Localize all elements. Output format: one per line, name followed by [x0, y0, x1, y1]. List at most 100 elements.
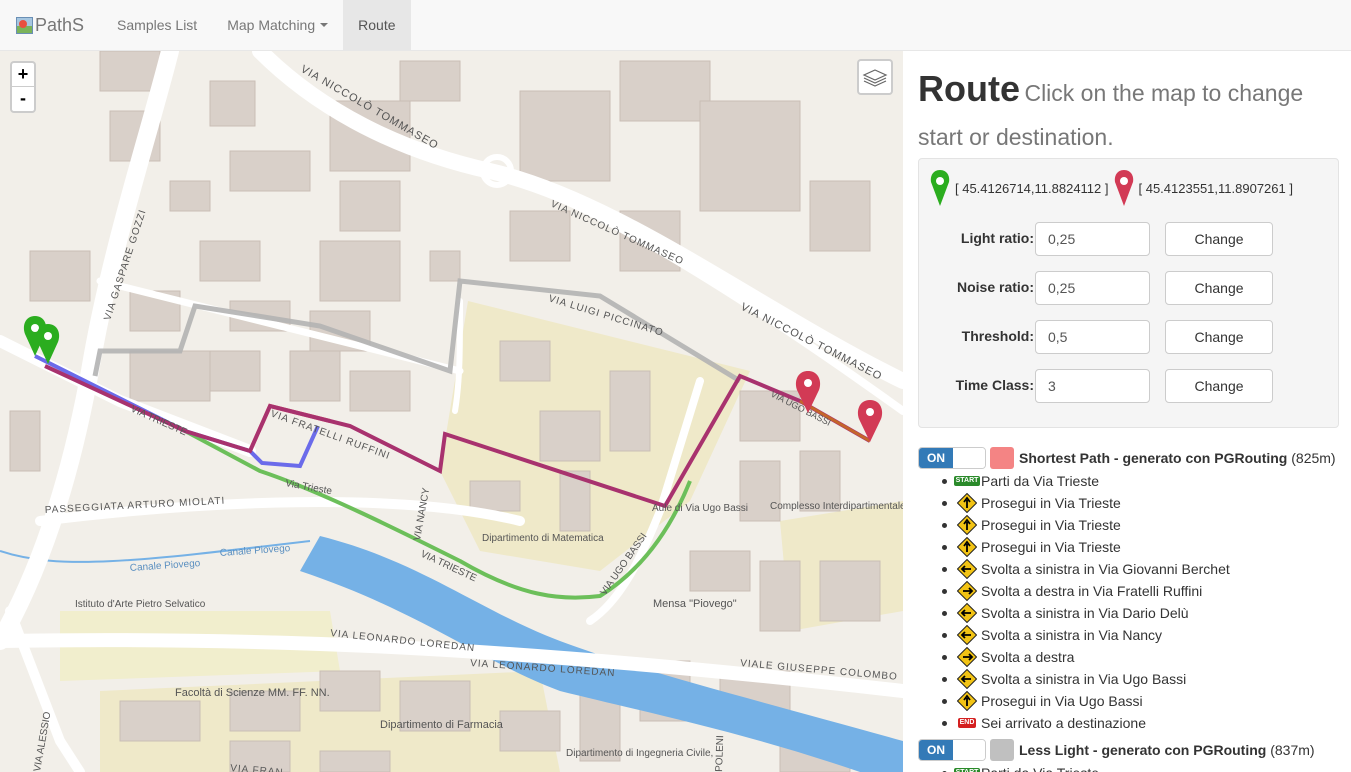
light-ratio-label: Light ratio: — [960, 230, 1034, 246]
map[interactable]: VIA NICCOLÒ TOMMASEO VIA NICCOLÒ TOMMASE… — [0, 51, 903, 772]
param-threshold: Threshold: Change — [919, 320, 1339, 354]
label-dip-matematica: Dipartimento di Matematica — [482, 533, 604, 544]
route-step: Svolta a destra in Via Fratelli Ruffini — [942, 580, 1348, 602]
label-mensa: Mensa "Piovego" — [653, 598, 737, 610]
route-toggle-shortest[interactable]: ON — [918, 447, 986, 469]
right-icon — [956, 581, 978, 601]
route-step: Prosegui in Via Trieste — [942, 536, 1348, 558]
zoom-control: + - — [10, 61, 36, 113]
route-step: Prosegui in Via Ugo Bassi — [942, 690, 1348, 712]
threshold-label: Threshold: — [961, 328, 1034, 344]
toggle-on-label: ON — [919, 740, 953, 760]
nav-route-label: Route — [358, 17, 396, 33]
route-length: (825m) — [1291, 450, 1336, 466]
left-icon — [956, 559, 978, 579]
label-via-niccolo-tommaseo-3: VIA NICCOLÒ TOMMASEO — [739, 300, 885, 383]
navbar: PathS Samples List Map Matching Route — [0, 0, 1351, 51]
route-steps: STARTParti da Via Trieste — [942, 762, 1348, 772]
left-icon — [956, 669, 978, 689]
label-via-trieste-small: Via Trieste — [284, 478, 333, 497]
left-icon — [956, 603, 978, 623]
route-section-less-light: ON Less Light - generato con PGRouting (… — [918, 738, 1348, 772]
route-step-text: Parti da Via Trieste — [981, 473, 1100, 489]
start-coordinates: [ 45.4126714,11.8824112 ] — [955, 180, 1109, 196]
route-step-text: Prosegui in Via Trieste — [981, 495, 1121, 511]
label-istituto: Istituto d'Arte Pietro Selvatico — [75, 599, 206, 610]
label-dip-farmacia: Dipartimento di Farmacia — [380, 719, 504, 731]
end-icon: END — [957, 718, 977, 728]
end-marker-icon[interactable] — [795, 371, 883, 442]
noise-ratio-change-button[interactable]: Change — [1165, 271, 1273, 305]
route-header-less-light: ON Less Light - generato con PGRouting (… — [918, 738, 1348, 762]
label-poleni: POLENI — [714, 735, 726, 772]
left-icon — [956, 625, 978, 645]
label-via-nancy: VIA NANCY — [412, 487, 432, 542]
layers-button[interactable] — [857, 59, 893, 95]
param-light-ratio: Light ratio: Change — [919, 222, 1339, 256]
nav-samples-list[interactable]: Samples List — [102, 0, 212, 50]
brand-logo-icon — [16, 16, 33, 34]
route-step-text: Svolta a sinistra in Via Ugo Bassi — [981, 671, 1187, 687]
route-step: Prosegui in Via Trieste — [942, 514, 1348, 536]
time-class-change-button[interactable]: Change — [1165, 369, 1273, 403]
route-step-text: Prosegui in Via Trieste — [981, 517, 1121, 533]
route-step: Svolta a sinistra in Via Giovanni Berche… — [942, 558, 1348, 580]
coordinates: [ 45.4126714,11.8824112 ] [ 45.4123551,1… — [929, 169, 1297, 207]
param-time-class: Time Class: Change — [919, 369, 1339, 403]
route-color-swatch — [990, 447, 1014, 469]
label-aule: Aule di Via Ugo Bassi — [652, 503, 748, 514]
route-step-text: Svolta a sinistra in Via Giovanni Berche… — [981, 561, 1230, 577]
param-noise-ratio: Noise ratio: Change — [919, 271, 1339, 305]
route-step: Prosegui in Via Trieste — [942, 492, 1348, 514]
start-pin-icon — [930, 170, 950, 206]
route-step-text: Parti da Via Trieste — [981, 762, 1099, 772]
layers-icon — [862, 69, 888, 87]
nav-map-matching[interactable]: Map Matching — [212, 0, 343, 50]
label-facolta: Facoltà di Scienze MM. FF. NN. — [175, 687, 330, 699]
noise-ratio-label: Noise ratio: — [956, 279, 1034, 295]
brand-name: PathS — [35, 14, 85, 35]
nav-samples-list-label: Samples List — [117, 17, 198, 33]
straight-icon — [956, 493, 978, 513]
label-via-alessio: VIA ALESSIO — [32, 711, 53, 772]
route-step-text: Svolta a sinistra in Via Nancy — [981, 627, 1163, 643]
route-name: Shortest Path - generato con PGRouting — [1019, 450, 1288, 466]
route-step-text: Prosegui in Via Ugo Bassi — [981, 693, 1143, 709]
route-step: Svolta a sinistra in Via Nancy — [942, 624, 1348, 646]
right-icon — [956, 647, 978, 667]
route-step-text: Svolta a destra in Via Fratelli Ruffini — [981, 583, 1203, 599]
route-step: Svolta a destra — [942, 646, 1348, 668]
panel-title: Route Click on the map to change start o… — [918, 69, 1338, 161]
zoom-out-button[interactable]: - — [12, 87, 34, 111]
route-step-text: Sei arrivato a destinazione — [981, 715, 1146, 731]
light-ratio-change-button[interactable]: Change — [1165, 222, 1273, 256]
route-section-shortest: ON Shortest Path - generato con PGRoutin… — [918, 446, 1348, 734]
label-complesso: Complesso Interdipartimentale Biologico-… — [770, 501, 903, 512]
route-color-swatch — [990, 739, 1014, 761]
route-settings: [ 45.4126714,11.8824112 ] [ 45.4123551,1… — [918, 158, 1339, 428]
route-step-text: Prosegui in Via Trieste — [981, 539, 1121, 555]
toggle-on-label: ON — [919, 448, 953, 468]
end-coordinates: [ 45.4123551,11.8907261 ] — [1138, 180, 1293, 196]
threshold-input[interactable] — [1035, 320, 1150, 354]
threshold-change-button[interactable]: Change — [1165, 320, 1273, 354]
brand[interactable]: PathS — [0, 0, 102, 50]
route-toggle-less-light[interactable]: ON — [918, 739, 986, 761]
time-class-input[interactable] — [1035, 369, 1150, 403]
route-step: Svolta a sinistra in Via Ugo Bassi — [942, 668, 1348, 690]
route-name: Less Light - generato con PGRouting — [1019, 742, 1267, 758]
light-ratio-input[interactable] — [1035, 222, 1150, 256]
noise-ratio-input[interactable] — [1035, 271, 1150, 305]
straight-icon — [956, 691, 978, 711]
zoom-in-button[interactable]: + — [12, 63, 34, 87]
route-length: (837m) — [1270, 742, 1315, 758]
straight-icon — [956, 515, 978, 535]
route-step-text: Svolta a sinistra in Via Dario Delù — [981, 605, 1189, 621]
nav-route[interactable]: Route — [343, 0, 411, 50]
route-step: STARTParti da Via Trieste — [942, 470, 1348, 492]
route-steps: START Parti da Via Trieste Prosegui in Via… — [942, 470, 1348, 734]
start-icon: START — [953, 476, 981, 486]
label-canale-piovego: Canale Piovego — [129, 558, 201, 574]
map-canvas[interactable]: VIA NICCOLÒ TOMMASEO VIA NICCOLÒ TOMMASE… — [0, 51, 903, 772]
nav-map-matching-label: Map Matching — [227, 17, 316, 33]
